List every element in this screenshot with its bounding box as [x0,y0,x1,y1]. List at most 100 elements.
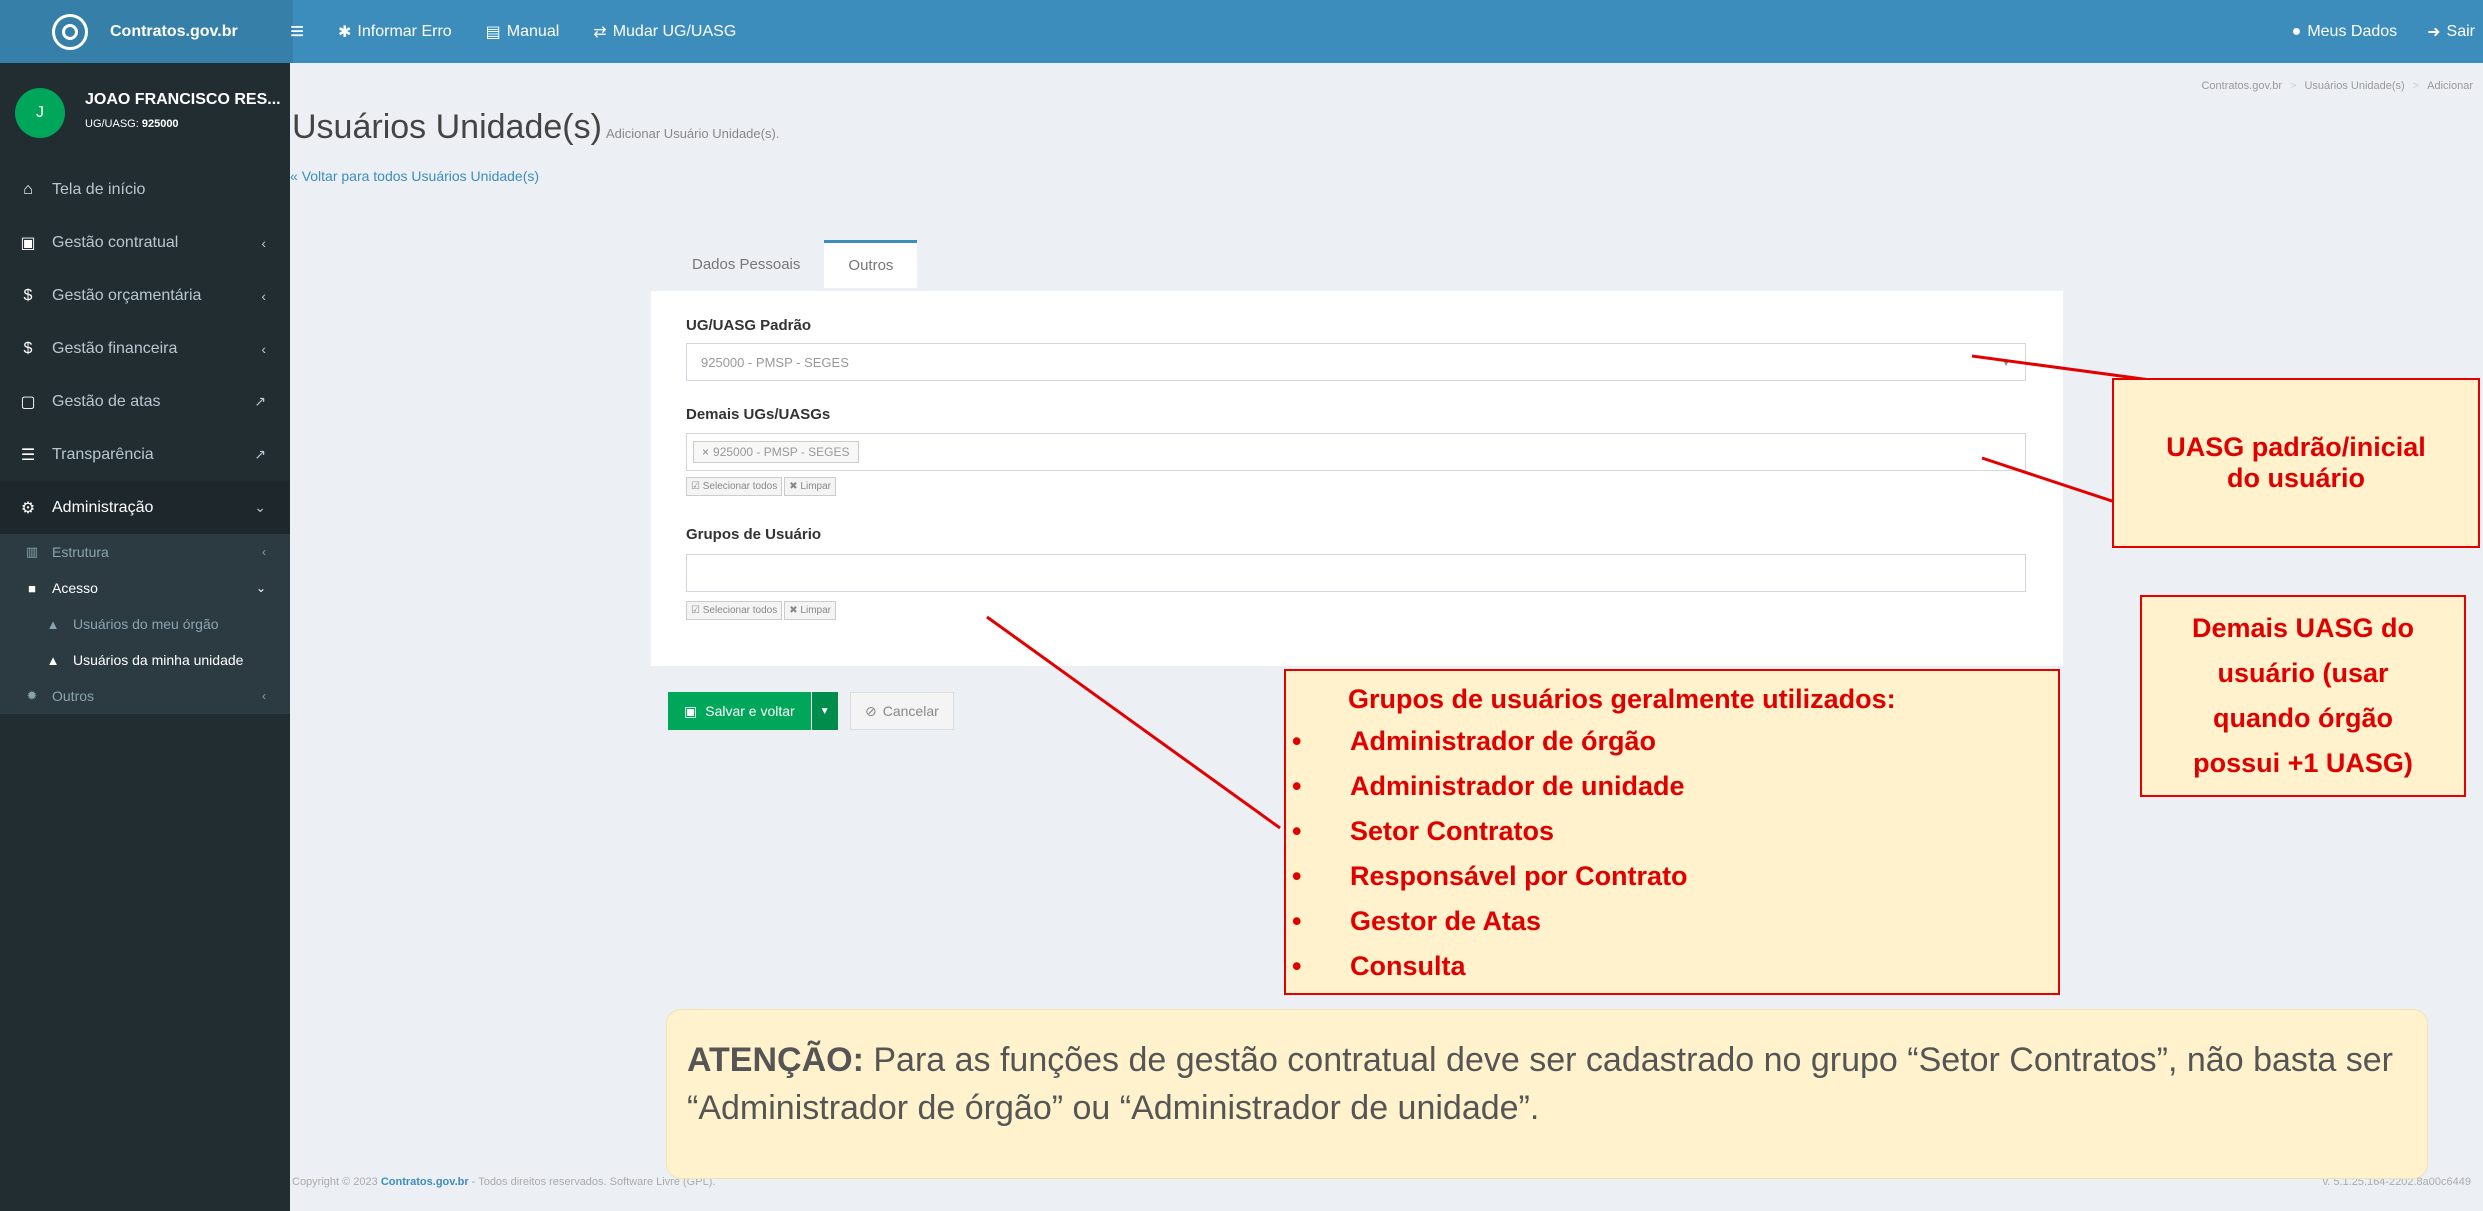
bank-icon: ▥ [25,544,39,559]
ug-padrao-select[interactable]: 925000 - PMSP - SEGES ▼ [686,343,2026,381]
selecionar-todos-label: Selecionar todos [702,605,778,616]
breadcrumb-separator: > [2290,80,2297,92]
user-icon: ▲ [46,616,60,632]
limpar-button[interactable]: ✖ Limpar [784,601,836,620]
caret-down-icon: ▼ [2001,358,2011,369]
mudar-ug-label: Mudar UG/UASG [612,22,737,40]
breadcrumb-separator: > [2412,80,2420,92]
tab-dados-pessoais[interactable]: Dados Pessoais [668,240,824,288]
informar-erro-label: Informar Erro [357,22,452,40]
save-icon: ▣ [684,702,698,719]
submenu-item-usuarios-orgao[interactable]: ▲ Usuários do meu órgão [0,606,290,642]
annotation-grupos-list: Administrador de órgão Administrador de … [1286,719,2058,989]
sidebar-item-gestao-contratual[interactable]: ▣ Gestão contratual ‹ [0,216,290,269]
cancel-button[interactable]: ⊘ Cancelar [850,692,954,730]
sidebar-item-gestao-orcamentaria[interactable]: $ Gestão orçamentária ‹ [0,269,290,322]
sidebar-item-transparencia[interactable]: ☰ Transparência ↗ [0,428,290,481]
sidebar-item-label: Gestão financeira [52,339,178,357]
submenu-item-label: Usuários do meu órgão [73,616,219,632]
limpar-label: Limpar [800,605,831,616]
sidebar-item-administracao[interactable]: ⚙ Administração ⌄ [0,481,290,534]
annotation-line-text: Demais UASG do [2191,613,2415,643]
selecionar-todos-button[interactable]: ☑ Selecionar todos [686,601,783,620]
footer-copyright-text: Copyright © 2023 [292,1176,381,1188]
footer-brand-link[interactable]: Contratos.gov.br [381,1176,469,1188]
dollar-icon: $ [23,286,33,304]
remove-tag-icon[interactable]: × [702,445,709,459]
submenu-item-label: Usuários da minha unidade [73,652,244,668]
selecionar-todos-button[interactable]: ☑ Selecionar todos [686,477,783,496]
annotation-line-text: quando órgão [2213,703,2393,733]
salvar-button[interactable]: ▣ Salvar e voltar [668,692,811,730]
sidebar-item-label: Gestão de atas [52,392,161,410]
list-item: Gestor de Atas [1286,899,2058,944]
sidebar-item-tela-inicio[interactable]: ⌂ Tela de início [0,163,290,216]
grupos-actions: ☑ Selecionar todos ✖ Limpar [686,601,838,620]
annotation-line-text: do usuário [2226,463,2365,493]
grupos-select[interactable] [686,554,2026,592]
top-navbar: Contratos.gov.br ≡ ✱ Informar Erro ▤ Man… [0,0,2483,63]
page-title: Usuários Unidade(s) [292,108,602,146]
user-panel: J JOAO FRANCISCO RES... UG/UASG: 925000 [0,63,290,163]
list-item: Responsável por Contrato [1286,854,2058,899]
limpar-button[interactable]: ✖ Limpar [784,477,836,496]
meus-dados-link[interactable]: ● Meus Dados [2292,23,2398,41]
sidebar-item-label: Gestão contratual [52,233,179,251]
selecionar-todos-label: Selecionar todos [702,481,778,492]
tab-outros[interactable]: Outros [824,240,918,288]
save-options-caret-icon[interactable]: ▼ [811,692,838,730]
sidebar-item-gestao-financeira[interactable]: $ Gestão financeira ‹ [0,322,290,375]
user-ug-value: 925000 [141,118,179,130]
informar-erro-link[interactable]: ✱ Informar Erro [338,22,452,42]
submenu-item-label: Acesso [52,580,98,596]
selected-tag-label: 925000 - PMSP - SEGES [713,445,850,459]
annotation-line-text: possui +1 UASG) [2193,748,2413,778]
check-square-icon: ☑ [691,605,703,616]
selected-tag[interactable]: × 925000 - PMSP - SEGES [693,441,859,463]
back-link[interactable]: « Voltar para todos Usuários Unidade(s) [290,168,539,184]
submenu-item-estrutura[interactable]: ▥ Estrutura ‹ [0,534,290,570]
form-panel: UG/UASG Padrão 925000 - PMSP - SEGES ▼ D… [651,291,2063,666]
sidebar: J JOAO FRANCISCO RES... UG/UASG: 925000 … [0,63,290,1211]
sidebar-item-label: Administração [52,498,154,516]
document-icon: ▣ [20,234,36,252]
app-title: Contratos.gov.br [110,22,238,40]
list-icon: ☰ [20,446,36,464]
dollar-icon: $ [23,339,33,357]
annotation-line-text: usuário (usar [2217,658,2389,688]
submenu-item-outros[interactable]: ✹ Outros ‹ [0,678,290,714]
sair-link[interactable]: ➜ Sair [2427,22,2475,42]
submenu-item-usuarios-unidade[interactable]: ▲ Usuários da minha unidade [0,642,290,678]
user-ug-label: UG/UASG: [85,118,142,130]
back-link-label: Voltar para todos Usuários Unidade(s) [301,168,540,184]
mudar-ug-link[interactable]: ⇄ Mudar UG/UASG [593,22,736,42]
breadcrumb-item[interactable]: Contratos.gov.br [2201,80,2282,92]
lock-icon: ■ [28,580,36,596]
home-icon: ⌂ [23,180,33,198]
user-icon: ▲ [46,652,60,668]
book-icon: ▤ [485,23,501,41]
annotation-line-text: UASG padrão/inicial [2166,432,2426,462]
manual-link[interactable]: ▤ Manual [486,22,560,42]
annotation-demais-uasg: Demais UASG do usuário (usar quando órgã… [2140,595,2466,797]
limpar-label: Limpar [800,481,831,492]
submenu-item-acesso[interactable]: ■ Acesso ⌄ [0,570,290,606]
ban-icon: ⊘ [865,702,877,719]
list-item: Setor Contratos [1286,809,2058,854]
list-item: Administrador de órgão [1286,719,2058,764]
external-link-icon: ↗ [254,393,266,409]
chevron-left-icon: ‹ [261,234,266,251]
sidebar-item-gestao-atas[interactable]: ▢ Gestão de atas ↗ [0,375,290,428]
demais-ugs-select[interactable]: × 925000 - PMSP - SEGES [686,433,2026,471]
breadcrumb-item[interactable]: Usuários Unidade(s) [2304,80,2404,92]
logo-icon [52,13,88,50]
form-tabs: Dados Pessoais Outros [668,240,918,288]
menu-toggle-icon[interactable]: ≡ [290,18,304,46]
save-button-group: ▣ Salvar e voltar ▼ [668,692,838,730]
external-link-icon: ↗ [254,446,266,462]
logo-area[interactable]: Contratos.gov.br [0,0,293,63]
user-circle-icon: ● [2291,22,2302,40]
sidebar-item-label: Transparência [52,445,154,463]
ug-padrao-label: UG/UASG Padrão [686,317,812,334]
user-ug: UG/UASG: 925000 [85,118,179,130]
